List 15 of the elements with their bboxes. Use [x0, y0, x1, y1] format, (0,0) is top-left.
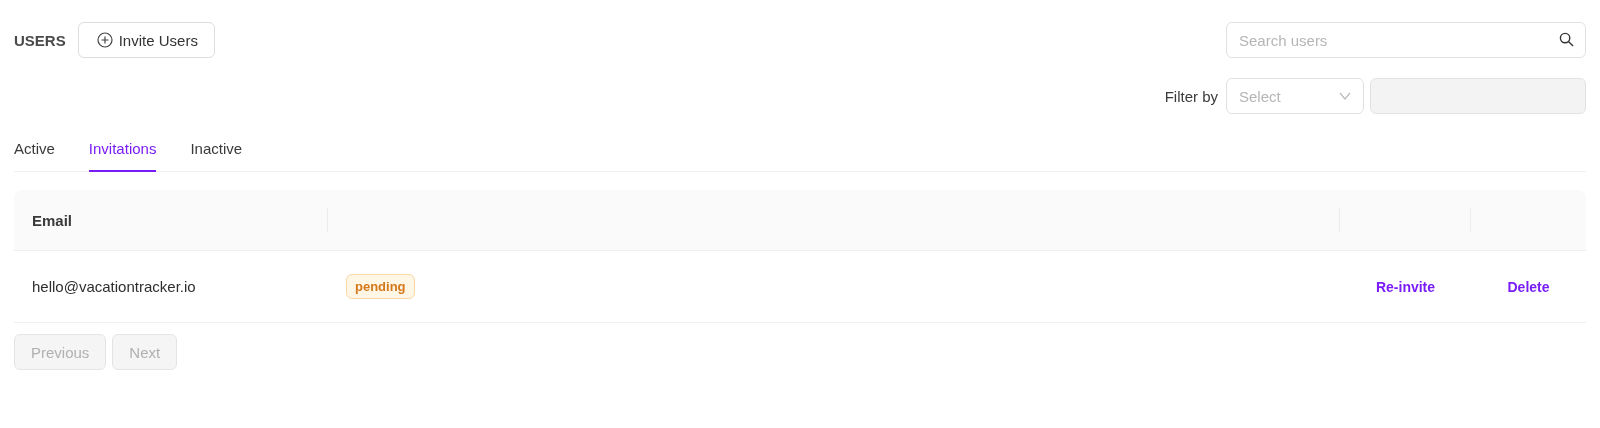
tab[interactable]: Active: [14, 130, 55, 172]
search-field[interactable]: Search users: [1226, 22, 1586, 58]
delete-link[interactable]: Delete: [1507, 278, 1550, 295]
reinvite-link[interactable]: Re-invite: [1375, 278, 1436, 295]
status-badge: pending: [346, 274, 415, 299]
invite-users-button[interactable]: Invite Users: [77, 22, 215, 58]
filter-label: Filter by: [1164, 87, 1218, 105]
chevron-down-icon: [1339, 92, 1351, 100]
search-icon: [1559, 32, 1574, 47]
email-text: hello@vacationtracker.io: [32, 278, 196, 295]
tab[interactable]: Invitations: [88, 130, 157, 172]
page-title: USERS: [14, 31, 66, 49]
plus-circle-icon: [96, 32, 113, 48]
column-header: Email: [32, 211, 73, 229]
tab[interactable]: Inactive: [190, 130, 243, 172]
